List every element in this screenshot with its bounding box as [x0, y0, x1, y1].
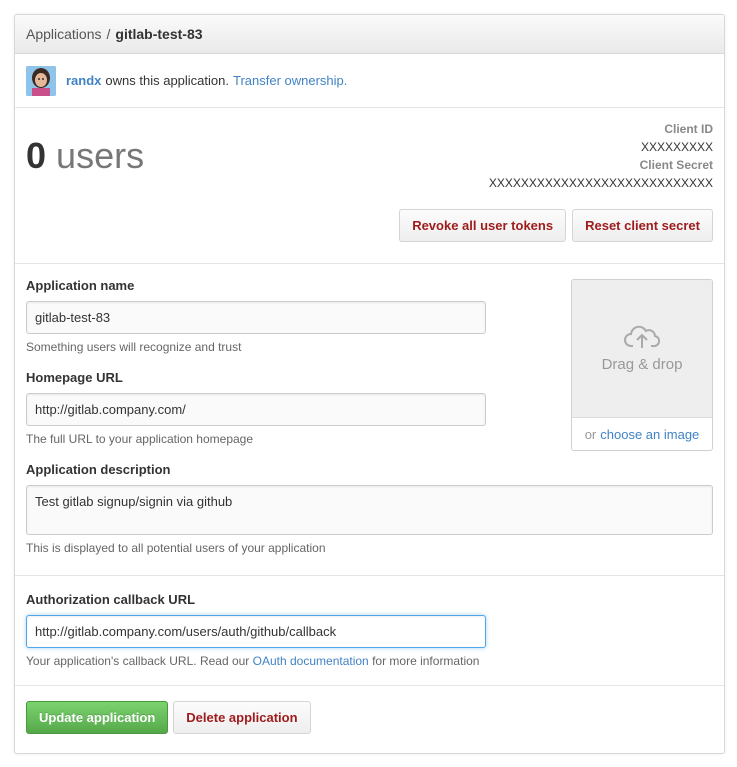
owner-row: randx owns this application. Transfer ow… — [15, 54, 724, 108]
callback-hint-prefix: Your application's callback URL. Read ou… — [26, 654, 250, 668]
or-text: or — [584, 427, 597, 442]
user-count-label: users — [56, 135, 145, 176]
logo-dropzone[interactable]: Drag & drop or choose an image — [571, 279, 713, 451]
choose-image-link[interactable]: choose an image — [600, 427, 699, 442]
client-credentials: Client ID XXXXXXXXX Client Secret XXXXXX… — [489, 120, 713, 192]
callback-section: Authorization callback URL http://gitlab… — [15, 576, 724, 686]
description-label: Application description — [26, 462, 171, 477]
client-secret-label: Client Secret — [639, 158, 713, 172]
breadcrumb-applications-link[interactable]: Applications — [26, 26, 102, 42]
oauth-documentation-link[interactable]: OAuth documentation — [253, 654, 369, 668]
revoke-tokens-button[interactable]: Revoke all user tokens — [399, 209, 567, 242]
app-name-input[interactable]: gitlab-test-83 — [26, 301, 486, 334]
breadcrumb-current-app: gitlab-test-83 — [115, 26, 203, 42]
delete-application-button[interactable]: Delete application — [173, 701, 311, 734]
drag-drop-text: Drag & drop — [601, 356, 683, 373]
client-secret-value: XXXXXXXXXXXXXXXXXXXXXXXXXXXX — [488, 176, 713, 190]
update-application-button[interactable]: Update application — [26, 701, 169, 734]
user-count-number: 0 — [26, 135, 47, 176]
form-actions: Update application Delete application — [15, 686, 724, 749]
credential-actions: Revoke all user tokens Reset client secr… — [399, 209, 713, 242]
user-count: 0 users — [26, 138, 144, 174]
callback-url-input[interactable]: http://gitlab.company.com/users/auth/git… — [26, 615, 486, 648]
description-hint: This is displayed to all potential users… — [26, 541, 326, 555]
callback-url-label: Authorization callback URL — [26, 592, 196, 607]
cloud-upload-icon — [624, 325, 660, 348]
owner-username-link[interactable]: randx — [66, 73, 101, 88]
breadcrumb-separator: / — [106, 26, 111, 42]
homepage-url-input[interactable]: http://gitlab.company.com/ — [26, 393, 486, 426]
owner-text: owns this application. — [105, 73, 229, 88]
reset-secret-button[interactable]: Reset client secret — [572, 209, 713, 242]
description-textarea[interactable]: Test gitlab signup/signin via github — [26, 485, 713, 535]
transfer-ownership-link[interactable]: Transfer ownership. — [233, 73, 347, 88]
application-form: Application name gitlab-test-83 Somethin… — [15, 264, 724, 576]
application-settings-panel: Applications / gitlab-test-83 randx owns… — [14, 14, 725, 754]
callback-hint-suffix: for more information — [372, 654, 480, 668]
drop-area[interactable]: Drag & drop — [572, 280, 712, 418]
avatar[interactable] — [26, 65, 56, 96]
client-id-label: Client ID — [664, 122, 713, 136]
client-id-value: XXXXXXXXX — [640, 140, 713, 154]
breadcrumb: Applications / gitlab-test-83 — [15, 15, 724, 54]
choose-image-row: or choose an image — [572, 418, 712, 450]
app-stats: 0 users Client ID XXXXXXXXX Client Secre… — [15, 108, 724, 264]
callback-url-hint: Your application's callback URL. Read ou… — [26, 654, 713, 668]
